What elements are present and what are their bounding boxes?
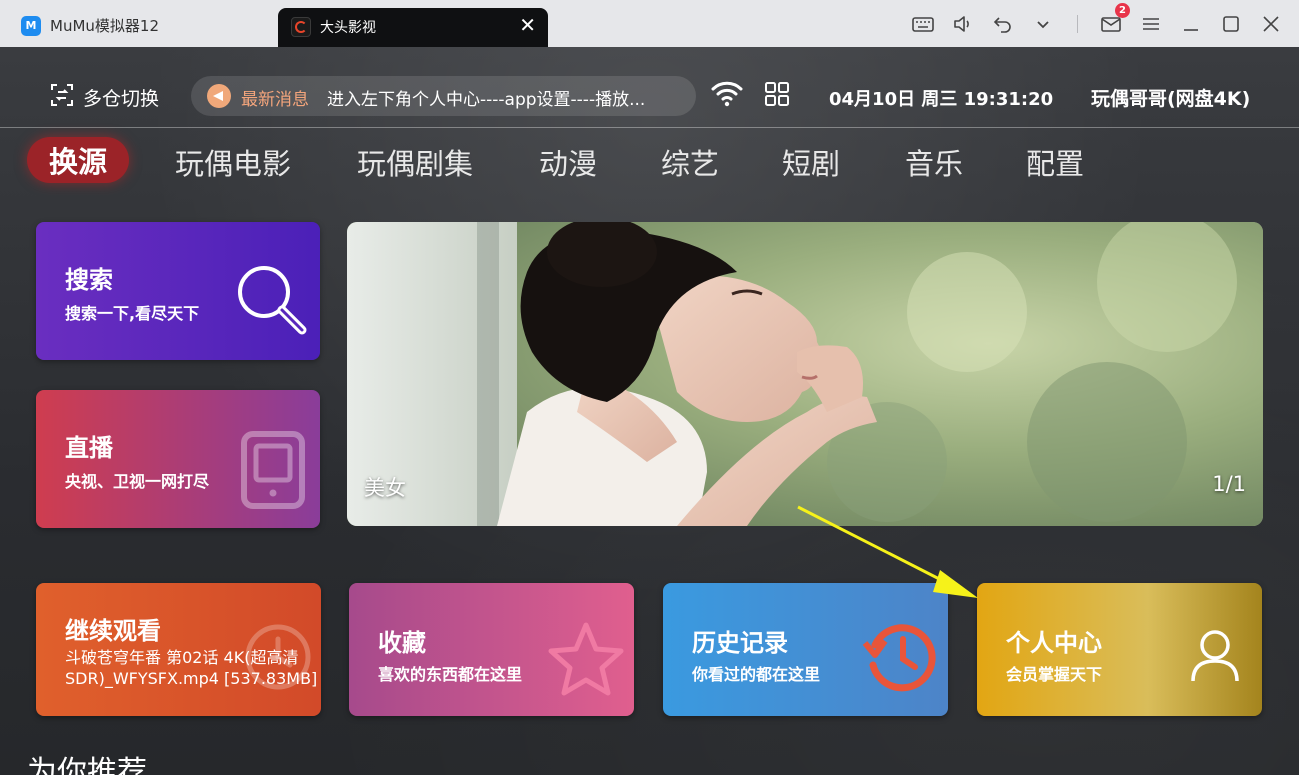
category-nav: 换源 玩偶电影 玩偶剧集 动漫 综艺 短剧 音乐 配置 — [0, 135, 1299, 191]
tile-subtitle: 喜欢的东西都在这里 — [378, 665, 523, 684]
tab-movies[interactable]: 玩偶电影 — [175, 141, 291, 183]
close-icon[interactable] — [1258, 11, 1284, 37]
mumu-logo-icon: M — [21, 16, 41, 36]
divider — [1077, 15, 1078, 33]
banner-photo — [347, 222, 1263, 526]
volume-icon[interactable] — [950, 11, 976, 37]
banner-page-indicator: 1/1 — [1212, 472, 1246, 496]
tile-title: 收藏 — [378, 629, 426, 657]
maximize-icon[interactable] — [1218, 11, 1244, 37]
emulator-title-bar: M MuMu模拟器12 大头影视 ✕ 2 — [0, 0, 1299, 48]
user-name[interactable]: 玩偶哥哥(网盘4K) — [1091, 84, 1250, 111]
message-count-badge: 2 — [1115, 3, 1130, 18]
personal-center-tile[interactable]: 个人中心 会员掌握天下 — [977, 583, 1262, 716]
tile-title: 继续观看 — [65, 617, 161, 645]
clock-icon — [245, 624, 311, 690]
tab-config[interactable]: 配置 — [1026, 141, 1084, 183]
tile-subtitle: 会员掌握天下 — [1006, 665, 1103, 684]
tile-title: 个人中心 — [1006, 629, 1102, 657]
megaphone-icon — [207, 84, 231, 108]
search-icon — [238, 266, 307, 335]
tab-label: 大头影视 — [320, 20, 376, 36]
tab-huanyuan[interactable]: 换源 — [27, 137, 130, 183]
switch-repo-button[interactable]: 多仓切换 — [83, 84, 159, 111]
tile-subtitle: 搜索一下,看尽天下 — [65, 304, 200, 323]
banner-label: 美女 — [364, 476, 406, 500]
clock: 04月10日 周三 19:31:20 — [829, 89, 1054, 110]
tab-datou-yingshi[interactable]: 大头影视 ✕ — [278, 8, 548, 47]
search-tile[interactable]: 搜索 搜索一下,看尽天下 — [36, 222, 320, 360]
tablet-icon — [241, 431, 305, 509]
app-tab-icon — [291, 17, 311, 37]
featured-banner[interactable]: 美女 1/1 — [347, 222, 1263, 526]
menu-icon[interactable] — [1138, 11, 1164, 37]
tile-title: 历史记录 — [692, 629, 788, 657]
tab-short-drama[interactable]: 短剧 — [782, 141, 840, 183]
divider — [0, 127, 1299, 128]
history-tile[interactable]: 历史记录 你看过的都在这里 — [663, 583, 948, 716]
app-screen: 多仓切换 最新消息 进入左下角个人中心----app设置----播放... 04… — [0, 47, 1299, 775]
continue-watching-tile[interactable]: 继续观看 斗破苍穹年番 第02话 4K(超高清SDR)_WFYSFX.mp4 [… — [36, 583, 321, 716]
news-text: 进入左下角个人中心----app设置----播放... — [327, 90, 646, 110]
chevron-down-icon[interactable] — [1030, 11, 1056, 37]
star-icon — [548, 622, 624, 696]
tile-subtitle: 央视、卫视一网打尽 — [65, 472, 210, 491]
tab-close-icon[interactable]: ✕ — [519, 13, 536, 37]
app-title: MuMu模拟器12 — [50, 17, 159, 35]
tile-subtitle: 你看过的都在这里 — [692, 665, 821, 684]
tab-variety[interactable]: 综艺 — [661, 141, 719, 183]
news-ticker[interactable]: 最新消息 进入左下角个人中心----app设置----播放... — [191, 76, 696, 116]
apps-grid-icon[interactable] — [764, 81, 790, 107]
tab-music[interactable]: 音乐 — [905, 141, 963, 183]
tile-title: 直播 — [65, 434, 113, 462]
recommended-section-title: 为你推荐 — [27, 755, 147, 775]
wifi-icon — [711, 81, 743, 107]
user-icon — [1191, 630, 1239, 682]
switch-repo-icon[interactable] — [50, 83, 74, 107]
live-tv-tile[interactable]: 直播 央视、卫视一网打尽 — [36, 390, 320, 528]
news-tag: 最新消息 — [241, 90, 309, 110]
keyboard-icon[interactable] — [910, 11, 936, 37]
history-icon — [862, 624, 936, 692]
tab-series[interactable]: 玩偶剧集 — [357, 141, 473, 183]
tile-title: 搜索 — [65, 266, 113, 294]
back-icon[interactable] — [990, 11, 1016, 37]
minimize-icon[interactable] — [1178, 11, 1204, 37]
favorites-tile[interactable]: 收藏 喜欢的东西都在这里 — [349, 583, 634, 716]
tab-anime[interactable]: 动漫 — [539, 141, 597, 183]
top-status-bar: 多仓切换 最新消息 进入左下角个人中心----app设置----播放... 04… — [0, 47, 1299, 127]
